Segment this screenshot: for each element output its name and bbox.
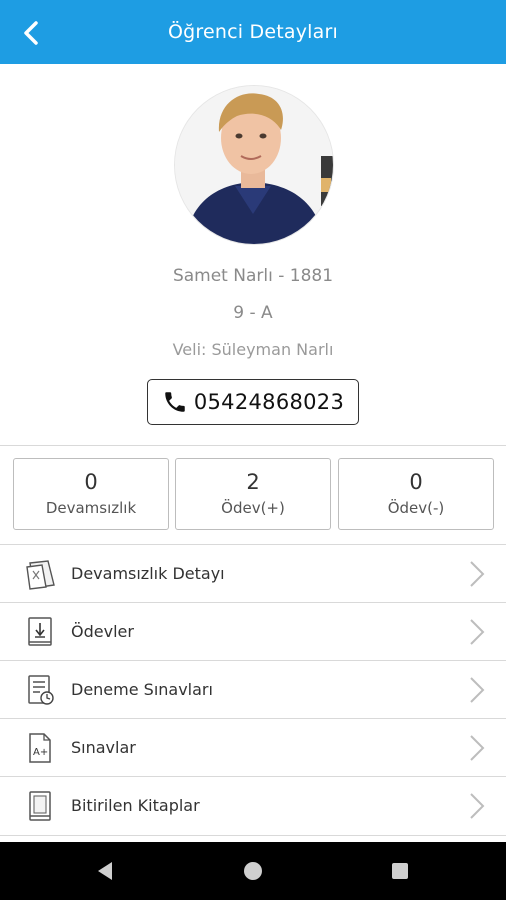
stat-homework-minus[interactable]: 0 Ödev(-) xyxy=(338,458,494,530)
menu-item-finished-books[interactable]: Bitirilen Kitaplar xyxy=(0,776,506,836)
svg-text:A+: A+ xyxy=(33,747,48,758)
chevron-right-icon xyxy=(470,793,485,819)
student-name: Samet Narlı - 1881 xyxy=(172,266,334,286)
nav-recents-icon[interactable] xyxy=(385,856,415,886)
menu-item-attendance-detail[interactable]: Devamsızlık Detayı xyxy=(0,544,506,601)
parent-name: Veli: Süleyman Narlı xyxy=(172,340,334,359)
stat-homework-minus-label: Ödev(-) xyxy=(387,499,445,517)
menu-label: Bitirilen Kitaplar xyxy=(71,796,200,815)
stat-attendance-value: 0 xyxy=(84,470,98,494)
menu-label: Devamsızlık Detayı xyxy=(71,564,225,583)
menu-item-homework[interactable]: Ödevler xyxy=(0,602,506,659)
chevron-right-icon xyxy=(470,677,485,703)
practice-exam-icon xyxy=(28,675,54,705)
chevron-right-icon xyxy=(470,561,485,587)
system-navigation-bar xyxy=(0,842,506,900)
page-title: Öğrenci Detayları xyxy=(168,21,338,43)
phone-icon xyxy=(165,392,185,412)
student-avatar xyxy=(175,86,333,244)
menu-item-practice-exams[interactable]: Deneme Sınavları xyxy=(0,660,506,717)
call-parent-button[interactable]: 05424868023 xyxy=(147,379,359,425)
menu-item-exams[interactable]: A+ Sınavlar xyxy=(0,718,506,775)
phone-number: 05424868023 xyxy=(193,390,345,414)
chevron-right-icon xyxy=(470,735,485,761)
student-class: 9 - A xyxy=(233,303,273,323)
book-icon xyxy=(29,791,51,821)
menu-label: Deneme Sınavları xyxy=(71,680,213,699)
stat-homework-minus-value: 0 xyxy=(409,470,423,494)
stat-homework-plus[interactable]: 2 Ödev(+) xyxy=(175,458,331,530)
nav-home-icon[interactable] xyxy=(238,856,268,886)
stat-attendance[interactable]: 0 Devamsızlık xyxy=(13,458,169,530)
menu-label: Ödevler xyxy=(71,622,134,641)
stat-attendance-label: Devamsızlık xyxy=(45,499,137,517)
chevron-right-icon xyxy=(470,619,485,645)
stat-homework-plus-value: 2 xyxy=(246,470,260,494)
divider xyxy=(0,445,506,446)
app-header: Öğrenci Detayları xyxy=(0,0,506,64)
nav-back-icon[interactable] xyxy=(90,856,120,886)
exam-grade-icon: A+ xyxy=(29,733,51,763)
stat-homework-plus-label: Ödev(+) xyxy=(221,499,285,517)
attendance-icon xyxy=(26,560,55,590)
homework-icon xyxy=(28,617,52,646)
menu-label: Sınavlar xyxy=(71,738,136,757)
